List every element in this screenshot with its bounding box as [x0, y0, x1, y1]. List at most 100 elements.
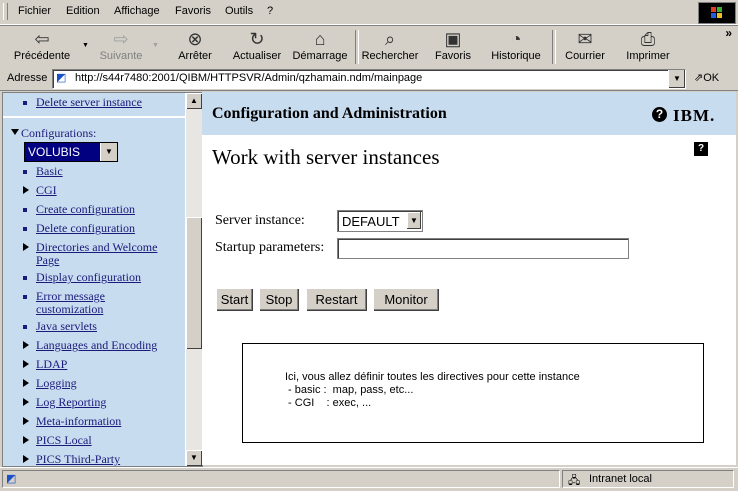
nav-scrollbar[interactable]: ▲ ▼: [186, 93, 202, 466]
page-help-icon[interactable]: ?: [694, 142, 708, 156]
menu-edition[interactable]: Edition: [66, 5, 100, 17]
chevron-down-icon[interactable]: ▼: [100, 143, 117, 161]
info-line: Ici, vous allez définir toutes les direc…: [285, 371, 580, 383]
nav-item-label: Delete server instance: [36, 95, 142, 109]
configuration-selected-value: VOLUBIS: [28, 145, 81, 159]
info-line: - basic : map, pass, etc...: [285, 384, 414, 396]
ibm-logo: IBM.: [673, 106, 716, 125]
forward-arrow-icon: ⇨: [113, 29, 129, 49]
refresh-label: Actualiser: [232, 50, 282, 62]
intranet-zone-icon: 🖧: [568, 475, 581, 487]
menu-favoris[interactable]: Favoris: [175, 5, 211, 17]
bullet-icon: [23, 276, 27, 280]
printer-icon: ⎙: [640, 29, 656, 49]
back-label: Précédente: [13, 50, 71, 62]
history-icon: ◔: [510, 29, 522, 49]
address-input[interactable]: ◩ http://s44r7480:2001/QIBM/HTTPSVR/Admi…: [52, 69, 686, 89]
refresh-button[interactable]: ↻ Actualiser: [230, 28, 284, 66]
info-box: Ici, vous allez définir toutes les direc…: [242, 343, 704, 443]
stop-instance-button[interactable]: Stop: [259, 288, 299, 311]
history-label: Historique: [491, 50, 541, 62]
help-icon[interactable]: ?: [652, 107, 667, 122]
scroll-thumb[interactable]: [186, 217, 202, 349]
nav-item-label-continued: Page: [36, 253, 60, 267]
nav-item-label-continued: customization: [36, 302, 104, 316]
restart-button[interactable]: Restart: [306, 288, 367, 311]
home-button[interactable]: ⌂ Démarrage: [291, 28, 349, 66]
bullet-icon: [23, 325, 27, 329]
nav-content: Delete server instance Configurations: V…: [3, 93, 185, 466]
stop-label: Arrêter: [178, 50, 212, 62]
nav-item-label: Languages and Encoding: [36, 338, 158, 352]
nav-item-label: Meta-information: [36, 414, 122, 428]
nav-item-label: LDAP: [36, 357, 68, 371]
expand-triangle-icon: [23, 341, 29, 349]
configuration-select[interactable]: VOLUBIS ▼: [24, 142, 118, 162]
go-arrow-icon: ⇗: [694, 72, 704, 84]
header-title: Configuration and Administration: [212, 105, 447, 122]
home-label: Démarrage: [292, 50, 348, 62]
address-dropdown-icon[interactable]: ▼: [668, 70, 685, 88]
expand-triangle-icon: [23, 398, 29, 406]
server-instance-label: Server instance:: [215, 213, 305, 228]
expand-triangle-icon: [23, 360, 29, 368]
print-button[interactable]: ⎙ Imprimer: [622, 28, 674, 66]
expand-triangle-icon: [23, 243, 29, 251]
menu-fichier[interactable]: Fichier: [18, 5, 51, 17]
back-dropdown-icon[interactable]: ▼: [82, 42, 89, 49]
chevron-down-icon[interactable]: ▼: [407, 212, 421, 229]
menubar-grip: [3, 3, 8, 20]
forward-dropdown-icon[interactable]: ▼: [152, 42, 159, 49]
windows-flag-icon: [711, 7, 723, 19]
menu-help[interactable]: ?: [267, 5, 273, 17]
forward-button[interactable]: ⇨ Suivante: [92, 28, 150, 66]
nav-divider: [3, 116, 185, 118]
scroll-up-icon[interactable]: ▲: [186, 93, 202, 109]
nav-item-label: Basic: [36, 164, 63, 178]
go-button[interactable]: ⇗OK: [694, 71, 719, 84]
nav-item-label: Logging: [36, 376, 77, 390]
main-frame: Configuration and Administration ? IBM. …: [202, 92, 736, 465]
scroll-down-icon[interactable]: ▼: [186, 450, 202, 466]
favorites-icon: ▣: [444, 29, 462, 49]
stop-button[interactable]: ⊗ Arrêter: [172, 28, 218, 66]
windows-logo: [698, 2, 736, 24]
zone-pane: 🖧 Intranet local: [562, 470, 734, 488]
address-url: http://s44r7480:2001/QIBM/HTTPSVR/Admin/…: [75, 72, 423, 84]
print-label: Imprimer: [626, 50, 670, 62]
page-title: Work with server instances: [212, 145, 440, 169]
mail-icon: ✉: [577, 29, 593, 49]
go-label: OK: [703, 72, 720, 84]
expand-triangle-icon: [23, 379, 29, 387]
startup-parameters-input[interactable]: [337, 238, 629, 259]
favorites-label: Favoris: [434, 50, 472, 62]
mail-button[interactable]: ✉ Courrier: [562, 28, 608, 66]
bullet-icon: [23, 170, 27, 174]
main-header: Configuration and Administration ? IBM.: [202, 92, 736, 135]
search-label: Rechercher: [361, 50, 419, 62]
page-icon: ◩: [56, 72, 67, 84]
toolbar: ⇦ Précédente ▼ ⇨ Suivante ▼ ⊗ Arrêter ↻ …: [0, 25, 738, 69]
zone-label: Intranet local: [589, 473, 652, 485]
monitor-button[interactable]: Monitor: [373, 288, 439, 311]
startup-parameters-label: Startup parameters:: [215, 240, 325, 255]
stop-icon: ⊗: [187, 29, 203, 49]
search-button[interactable]: ⌕ Rechercher: [358, 28, 422, 66]
server-instance-select[interactable]: DEFAULT ▼: [337, 210, 423, 232]
status-bar: ◩ 🖧 Intranet local: [0, 467, 738, 488]
start-button[interactable]: Start: [216, 288, 253, 311]
mail-label: Courrier: [565, 50, 605, 62]
home-icon: ⌂: [314, 29, 326, 49]
search-icon: ⌕: [384, 29, 396, 49]
back-button[interactable]: ⇦ Précédente: [10, 28, 74, 66]
menu-outils[interactable]: Outils: [225, 5, 253, 17]
address-label: Adresse: [7, 72, 48, 84]
bullet-icon: [23, 295, 27, 299]
menu-affichage[interactable]: Affichage: [114, 5, 160, 17]
toolbar-more-chevron[interactable]: »: [725, 26, 732, 40]
refresh-icon: ↻: [249, 29, 265, 49]
expand-triangle-icon: [23, 186, 29, 194]
favorites-button[interactable]: ▣ Favoris: [430, 28, 476, 66]
nav-item-label: Display configuration: [36, 270, 141, 284]
history-button[interactable]: ◔ Historique: [488, 28, 544, 66]
